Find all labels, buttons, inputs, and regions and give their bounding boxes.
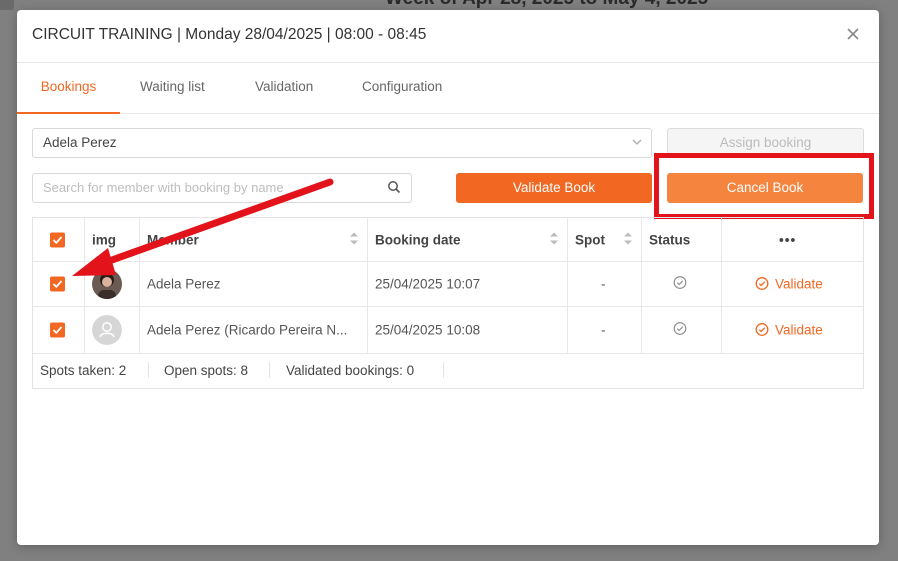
row-checkbox[interactable] <box>50 276 65 291</box>
spots-taken: Spots taken: 2 <box>40 363 127 378</box>
sort-icon[interactable] <box>550 232 558 247</box>
table-row[interactable]: Adela Perez 25/04/2025 10:07 - Validate <box>33 261 863 307</box>
table-footer: Spots taken: 2 Open spots: 8 Validated b… <box>33 354 863 388</box>
status-check-icon <box>673 275 687 292</box>
avatar <box>92 268 122 299</box>
header-select-cell <box>33 218 85 261</box>
validate-link[interactable]: Validate <box>755 322 823 337</box>
background-week-title: Week of Apr 28, 2025 to May 4, 2025 <box>385 0 708 10</box>
tab-validation[interactable]: Validation <box>255 63 313 112</box>
table-row[interactable]: Adela Perez (Ricardo Pereira N... 25/04/… <box>33 306 863 354</box>
default-avatar-icon <box>92 314 122 345</box>
spot-value: - <box>601 322 606 337</box>
status-check-icon <box>673 321 687 338</box>
check-circle-icon <box>755 276 769 290</box>
row-checkbox[interactable] <box>50 322 65 337</box>
open-spots: Open spots: 8 <box>164 363 249 378</box>
header-booking-date[interactable]: Booking date <box>367 218 568 261</box>
tab-waiting-list[interactable]: Waiting list <box>140 63 205 112</box>
tab-configuration[interactable]: Configuration <box>362 63 442 112</box>
validate-book-button[interactable]: Validate Book <box>456 173 652 203</box>
spot-value: - <box>601 276 606 291</box>
validate-link[interactable]: Validate <box>755 276 823 291</box>
close-icon[interactable] <box>843 24 863 44</box>
chevron-down-icon <box>631 136 643 151</box>
member-select[interactable]: Adela Perez <box>32 128 652 158</box>
header-spot[interactable]: Spot <box>567 218 642 261</box>
search-input[interactable] <box>33 174 393 200</box>
validated-bookings: Validated bookings: 0 <box>286 363 415 378</box>
member-name: Adela Perez <box>147 276 221 291</box>
header-member[interactable]: Member <box>139 218 368 261</box>
member-select-value: Adela Perez <box>43 135 117 150</box>
background-menu-button <box>0 0 14 10</box>
header-status: Status <box>641 218 722 261</box>
sort-icon[interactable] <box>624 232 632 247</box>
modal-header: CIRCUIT TRAINING | Monday 28/04/2025 | 0… <box>17 10 879 63</box>
check-circle-icon <box>755 322 769 336</box>
tab-bookings[interactable]: Bookings <box>17 63 120 114</box>
booking-date: 25/04/2025 10:07 <box>375 276 481 291</box>
member-name: Adela Perez (Ricardo Pereira N... <box>147 322 348 337</box>
bookings-table: img Member Booking date Spot Status ••• <box>32 217 864 389</box>
member-search <box>32 173 412 203</box>
booking-date: 25/04/2025 10:08 <box>375 322 481 337</box>
select-all-checkbox[interactable] <box>50 232 65 247</box>
modal-title: CIRCUIT TRAINING | Monday 28/04/2025 | 0… <box>32 26 427 43</box>
more-options-icon[interactable]: ••• <box>779 232 796 247</box>
header-img: img <box>84 218 140 261</box>
header-actions[interactable]: ••• <box>721 218 863 261</box>
table-header: img Member Booking date Spot Status ••• <box>33 218 863 262</box>
tab-bar: Bookings Waiting list Validation Configu… <box>17 63 879 114</box>
search-icon[interactable] <box>387 180 401 199</box>
sort-icon[interactable] <box>350 232 358 247</box>
annotation-highlight-box <box>654 153 874 219</box>
booking-modal: CIRCUIT TRAINING | Monday 28/04/2025 | 0… <box>17 10 879 545</box>
